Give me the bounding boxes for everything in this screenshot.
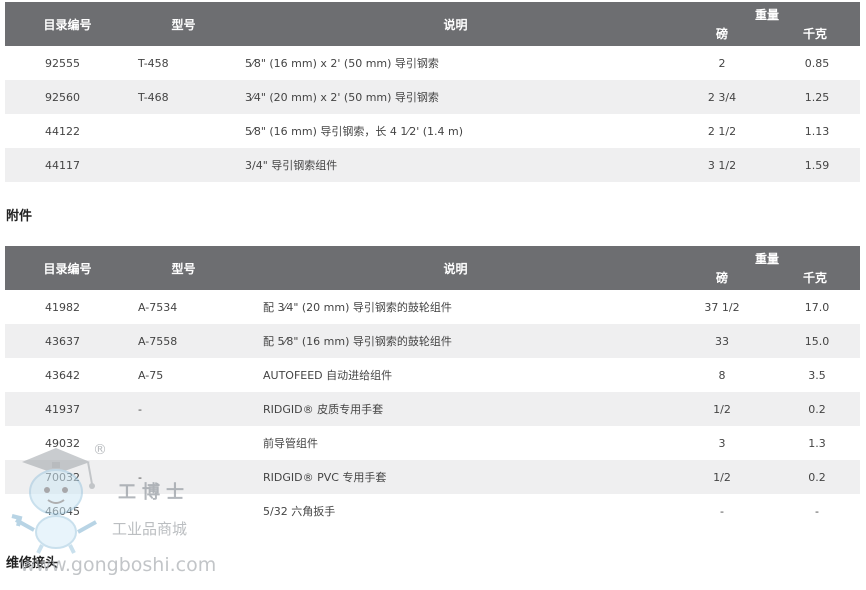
model-cell: -: [130, 392, 237, 426]
weight-kg-cell: 17.0: [804, 300, 830, 314]
header-weight: 重量: [674, 246, 861, 267]
weight-kg-cell: 3.5: [808, 368, 826, 382]
catalog-cell: 46045: [45, 504, 80, 518]
header-kg: 千克: [770, 23, 861, 46]
catalog-cell: 92560: [5, 80, 130, 114]
header-description: 说明: [237, 2, 674, 46]
weight-kg-cell: 0.85: [804, 56, 830, 70]
table-row: 49032 前导管组件 3 1.3: [5, 426, 860, 460]
table-row: 44117 3/4" 导引钢索组件 3 1/2 1.59: [5, 148, 861, 182]
header-description: 说明: [237, 246, 674, 290]
header-model: 型号: [130, 2, 237, 46]
weight-kg-cell: 1.59: [770, 148, 861, 182]
section-heading-repair-joints: 维修接头: [6, 556, 59, 571]
catalog-cell: 49032: [45, 436, 80, 450]
model-cell: T-458: [138, 56, 169, 70]
table-row: 92560 T-468 3⁄4" (20 mm) x 2' (50 mm) 导引…: [5, 80, 861, 114]
model-cell: [130, 148, 237, 182]
weight-kg-cell: 0.2: [770, 392, 861, 426]
description-cell: 3/4" 导引钢索组件: [237, 148, 674, 182]
weight-lb-cell: 3: [718, 436, 726, 450]
model-cell: -: [130, 460, 237, 494]
weight-kg-cell: 1.25: [770, 80, 861, 114]
weight-kg-cell: 1.13: [804, 124, 830, 138]
weight-lb-cell: 33: [674, 324, 770, 358]
header-catalog: 目录编号: [5, 2, 130, 46]
catalog-cell: 70032: [5, 460, 130, 494]
table-header-row: 目录编号 型号 说明 重量: [5, 246, 861, 290]
weight-kg-cell: -: [815, 504, 819, 518]
table-row: 70032 - RIDGID® PVC 专用手套 1/2 0.2: [5, 460, 861, 494]
header-kg: 千克: [770, 267, 861, 290]
description-cell: 前导管组件: [263, 437, 318, 450]
catalog-cell: 41937: [5, 392, 130, 426]
weight-lb-cell: 3 1/2: [674, 148, 770, 182]
weight-kg-cell: 15.0: [770, 324, 861, 358]
model-cell: [130, 494, 237, 528]
weight-kg-cell: 0.2: [770, 460, 861, 494]
model-cell: A-75: [138, 368, 164, 382]
table-header-row: 目录编号 型号 说明 重量: [5, 2, 861, 46]
guide-cable-table: 目录编号 型号 说明 重量 磅 千克 92555 T-458 5⁄8" (16 …: [5, 2, 861, 182]
catalog-cell: 92555: [45, 56, 80, 70]
model-cell: A-7558: [130, 324, 237, 358]
description-cell: 3⁄4" (20 mm) x 2' (50 mm) 导引钢索: [237, 80, 674, 114]
weight-kg-cell: 1.3: [808, 436, 826, 450]
table-row: 43642 A-75 AUTOFEED 自动进给组件 8 3.5: [5, 358, 860, 392]
description-cell: RIDGID® 皮质专用手套: [237, 392, 674, 426]
header-model: 型号: [130, 246, 237, 290]
model-cell: A-7534: [138, 300, 178, 314]
model-cell: T-468: [130, 80, 237, 114]
table-row: 46045 5/32 六角扳手 - -: [5, 494, 860, 528]
table-row: 44122 5⁄8" (16 mm) 导引钢索，长 4 1⁄2' (1.4 m)…: [5, 114, 860, 148]
catalog-cell: 43637: [5, 324, 130, 358]
header-weight: 重量: [674, 2, 861, 23]
description-cell: 5⁄8" (16 mm) 导引钢索，长 4 1⁄2' (1.4 m): [245, 125, 464, 138]
description-cell: RIDGID® PVC 专用手套: [237, 460, 674, 494]
weight-lb-cell: 1/2: [674, 460, 770, 494]
model-cell: [130, 114, 237, 148]
header-lb: 磅: [674, 23, 770, 46]
weight-lb-cell: 37 1/2: [704, 300, 740, 314]
description-cell: AUTOFEED 自动进给组件: [263, 369, 393, 382]
catalog-cell: 44122: [45, 124, 80, 138]
weight-lb-cell: 2 3/4: [674, 80, 770, 114]
description-cell: 配 5⁄8" (16 mm) 导引钢索的鼓轮组件: [237, 324, 674, 358]
table-row: 41937 - RIDGID® 皮质专用手套 1/2 0.2: [5, 392, 861, 426]
description-cell: 配 3⁄4" (20 mm) 导引钢索的鼓轮组件: [263, 301, 452, 314]
weight-lb-cell: 2: [718, 56, 726, 70]
header-lb: 磅: [674, 267, 770, 290]
catalog-cell: 41982: [45, 300, 80, 314]
weight-lb-cell: -: [720, 504, 724, 518]
weight-lb-cell: 2 1/2: [707, 124, 737, 138]
model-cell: [130, 426, 237, 460]
catalog-cell: 44117: [5, 148, 130, 182]
header-catalog: 目录编号: [5, 246, 130, 290]
weight-lb-cell: 8: [718, 368, 726, 382]
description-cell: 5⁄8" (16 mm) x 2' (50 mm) 导引钢索: [245, 57, 439, 70]
table-row: 43637 A-7558 配 5⁄8" (16 mm) 导引钢索的鼓轮组件 33…: [5, 324, 861, 358]
table-row: 92555 T-458 5⁄8" (16 mm) x 2' (50 mm) 导引…: [5, 46, 860, 80]
section-heading-attachments: 附件: [6, 209, 33, 224]
attachments-table: 目录编号 型号 说明 重量 磅 千克 41982 A-7534 配 3⁄4" (…: [5, 246, 861, 528]
catalog-cell: 43642: [45, 368, 80, 382]
weight-lb-cell: 1/2: [674, 392, 770, 426]
table-row: 41982 A-7534 配 3⁄4" (20 mm) 导引钢索的鼓轮组件 37…: [5, 290, 860, 324]
description-cell: 5/32 六角扳手: [263, 505, 336, 518]
